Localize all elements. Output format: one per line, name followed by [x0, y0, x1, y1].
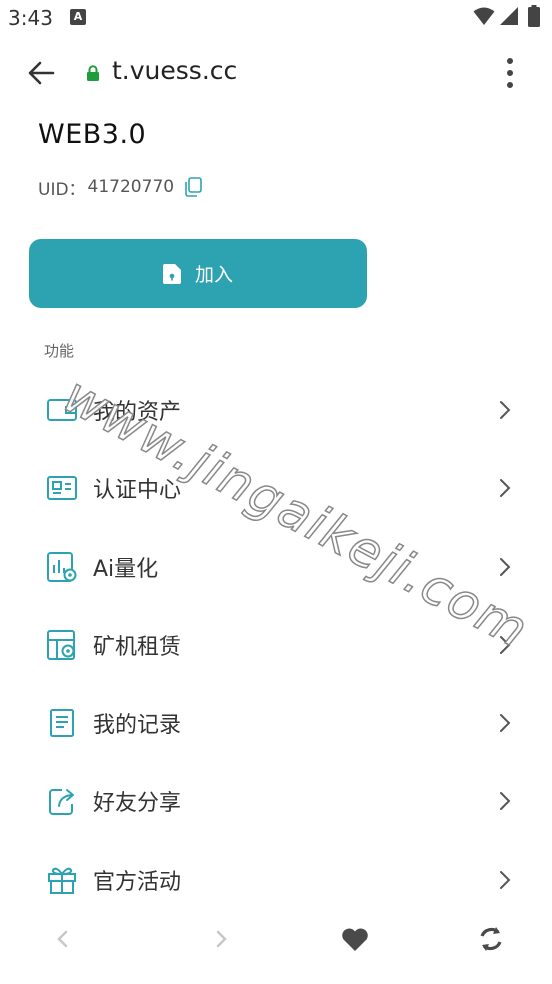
document-lock-icon: [162, 263, 181, 284]
chevron-right-icon[interactable]: [206, 924, 236, 954]
menu-item-records[interactable]: 我的记录: [0, 683, 552, 761]
status-bar: 3:43 A: [0, 0, 552, 36]
menu-item-label: 认证中心: [93, 478, 182, 504]
chevron-right-icon: [500, 792, 511, 811]
font-notification-icon: A: [70, 9, 86, 25]
more-vert-icon[interactable]: [500, 56, 520, 90]
menu-item-label: 官方活动: [93, 869, 182, 895]
signal-icon: [500, 7, 518, 25]
machine-gear-icon: [47, 629, 75, 660]
chevron-right-icon: [500, 557, 511, 576]
uid-row: UID： 41720770: [38, 174, 202, 200]
record-doc-icon: [50, 709, 74, 738]
wifi-icon: [473, 7, 495, 25]
uid-value: 41720770: [87, 177, 175, 197]
menu-item-assets[interactable]: 我的资产: [0, 370, 552, 448]
menu-item-miner-rental[interactable]: 矿机租赁: [0, 605, 552, 683]
arrow-left-icon[interactable]: [26, 58, 56, 88]
menu-item-label: Ai量化: [93, 556, 159, 582]
status-time: 3:43: [8, 6, 53, 30]
menu-item-label: 我的资产: [93, 400, 182, 425]
id-card-icon: [47, 476, 77, 501]
chevron-right-icon: [500, 714, 511, 733]
heart-icon[interactable]: [340, 924, 370, 954]
chevron-left-icon[interactable]: [48, 924, 78, 954]
chevron-right-icon: [500, 870, 511, 889]
menu-item-verification[interactable]: 认证中心: [0, 448, 552, 526]
battery-icon: [528, 5, 540, 27]
join-label: 加入: [194, 264, 233, 286]
share-icon: [49, 789, 74, 816]
function-menu: 我的资产 认证中心 Ai量化 矿机租赁 我的记录 好友分享 官方活动: [0, 370, 552, 918]
section-label: 功能: [44, 342, 75, 360]
menu-item-share[interactable]: 好友分享: [0, 761, 552, 839]
chevron-right-icon: [500, 479, 511, 498]
browser-url-bar: t.vuess.cc: [0, 44, 552, 102]
chevron-right-icon: [500, 401, 511, 419]
gift-icon: [48, 867, 76, 894]
uid-label: UID：: [38, 179, 86, 200]
join-button[interactable]: 加入: [29, 239, 367, 308]
copy-icon[interactable]: [184, 177, 202, 197]
url-text[interactable]: t.vuess.cc: [112, 56, 237, 85]
wallet-icon: [47, 399, 77, 421]
menu-item-label: 矿机租赁: [93, 634, 182, 660]
browser-bottom-nav: [0, 914, 552, 966]
refresh-icon[interactable]: [476, 924, 506, 954]
lock-icon: [87, 65, 99, 81]
menu-item-ai-quant[interactable]: Ai量化: [0, 527, 552, 605]
menu-item-label: 好友分享: [93, 791, 182, 817]
chevron-right-icon: [500, 635, 511, 654]
menu-item-label: 我的记录: [93, 713, 182, 739]
menu-item-activities[interactable]: 官方活动: [0, 840, 552, 918]
home-indicator: [0, 974, 552, 984]
page-title: WEB3.0: [38, 119, 147, 150]
chart-gear-icon: [47, 551, 77, 582]
